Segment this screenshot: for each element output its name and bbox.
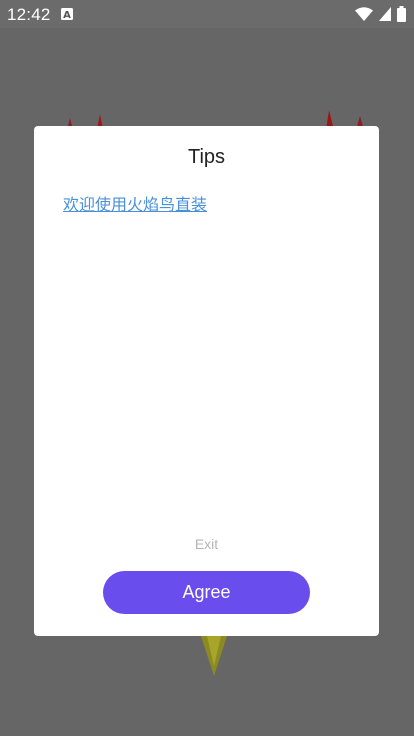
exit-button[interactable]: Exit: [34, 536, 379, 552]
svg-text:A: A: [63, 10, 71, 20]
welcome-link[interactable]: 欢迎使用火焰鸟直装: [63, 191, 207, 215]
background-art-bottom: [201, 636, 227, 676]
battery-icon: [397, 6, 406, 22]
dialog-title: Tips: [187, 146, 226, 168]
agree-button[interactable]: Agree: [103, 571, 310, 614]
wifi-icon: [355, 7, 373, 21]
signal-icon: [379, 7, 391, 21]
status-icons: [355, 6, 406, 22]
a-badge-icon: A: [61, 8, 73, 20]
status-time: 12:42: [7, 5, 51, 24]
status-bar: 12:42 A: [0, 0, 414, 28]
tips-dialog: Tips 欢迎使用火焰鸟直装 Exit Agree: [34, 126, 379, 636]
